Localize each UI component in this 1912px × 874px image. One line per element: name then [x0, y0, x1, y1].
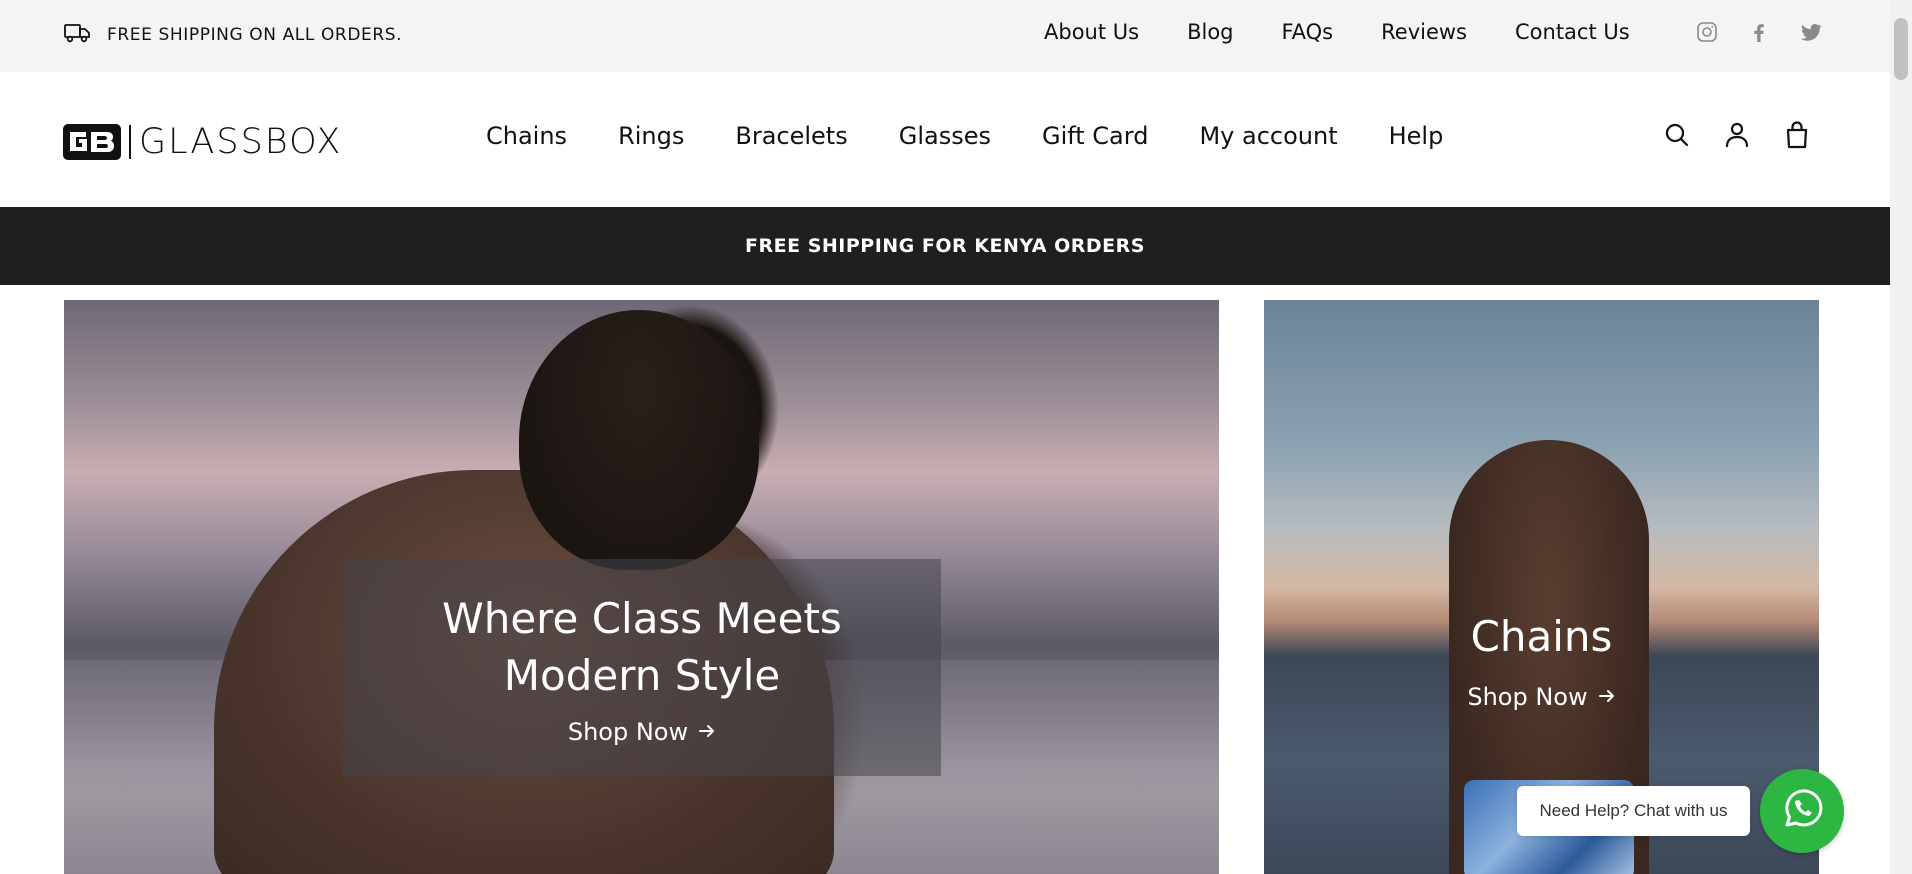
whatsapp-help-bubble[interactable]: Need Help? Chat with us [1517, 786, 1750, 836]
logo-mark-icon [63, 124, 121, 160]
site-header: GLASSBOX Chains Rings Bracelets Glasses … [0, 72, 1890, 207]
instagram-icon[interactable] [1695, 20, 1719, 44]
search-icon[interactable] [1663, 120, 1691, 150]
logo-wordmark: GLASSBOX [139, 122, 343, 162]
arrow-right-icon [1598, 683, 1616, 711]
top-link-contact-us[interactable]: Contact Us [1515, 20, 1630, 44]
arrow-right-icon [698, 718, 716, 746]
site-logo[interactable]: GLASSBOX [63, 122, 342, 162]
chains-shop-now-label: Shop Now [1467, 683, 1588, 711]
page-scrollbar[interactable] [1890, 0, 1912, 874]
top-link-about-us[interactable]: About Us [1044, 20, 1139, 44]
shipping-text: FREE SHIPPING ON ALL ORDERS. [107, 24, 403, 45]
chains-title: Chains [1470, 612, 1613, 661]
scrollbar-thumb[interactable] [1894, 18, 1908, 80]
whatsapp-icon [1777, 784, 1827, 838]
nav-my-account[interactable]: My account [1199, 122, 1337, 150]
main-nav: Chains Rings Bracelets Glasses Gift Card… [486, 122, 1443, 150]
top-link-faqs[interactable]: FAQs [1282, 20, 1334, 44]
top-links: About Us Blog FAQs Reviews Contact Us [1044, 20, 1630, 44]
nav-bracelets[interactable]: Bracelets [735, 122, 847, 150]
announcement-bar: FREE SHIPPING ON ALL ORDERS. About Us Bl… [0, 0, 1890, 72]
nav-help[interactable]: Help [1389, 122, 1444, 150]
facebook-icon[interactable] [1747, 20, 1771, 44]
nav-gift-card[interactable]: Gift Card [1042, 122, 1148, 150]
nav-chains[interactable]: Chains [486, 122, 567, 150]
twitter-icon[interactable] [1799, 20, 1823, 44]
nav-glasses[interactable]: Glasses [899, 122, 991, 150]
promo-bar: FREE SHIPPING FOR KENYA ORDERS [0, 207, 1890, 285]
nav-rings[interactable]: Rings [618, 122, 684, 150]
top-link-reviews[interactable]: Reviews [1381, 20, 1467, 44]
cart-bag-icon[interactable] [1783, 120, 1811, 150]
hero-shop-now-label: Shop Now [567, 717, 689, 746]
top-link-blog[interactable]: Blog [1187, 20, 1233, 44]
hero-image-head [519, 310, 759, 570]
truck-icon [63, 18, 91, 51]
logo-divider [129, 125, 131, 159]
chains-caption: Chains Shop Now [1264, 612, 1819, 711]
chains-shop-now-link[interactable]: Shop Now [1467, 683, 1615, 711]
hero-shop-now-link[interactable]: Shop Now [568, 718, 716, 746]
hero-caption-box: Where Class Meets Modern Style Shop Now [343, 559, 941, 776]
header-actions [1663, 120, 1811, 150]
social-links [1695, 20, 1823, 44]
hero-title: Where Class Meets Modern Style [442, 593, 842, 700]
hero-banner-main[interactable]: Where Class Meets Modern Style Shop Now [64, 300, 1219, 874]
whatsapp-help-text: Need Help? Chat with us [1539, 801, 1728, 820]
shipping-notice: FREE SHIPPING ON ALL ORDERS. [63, 18, 402, 51]
account-icon[interactable] [1723, 120, 1751, 150]
whatsapp-chat-button[interactable] [1760, 769, 1844, 853]
promo-text: FREE SHIPPING FOR KENYA ORDERS [745, 235, 1145, 257]
